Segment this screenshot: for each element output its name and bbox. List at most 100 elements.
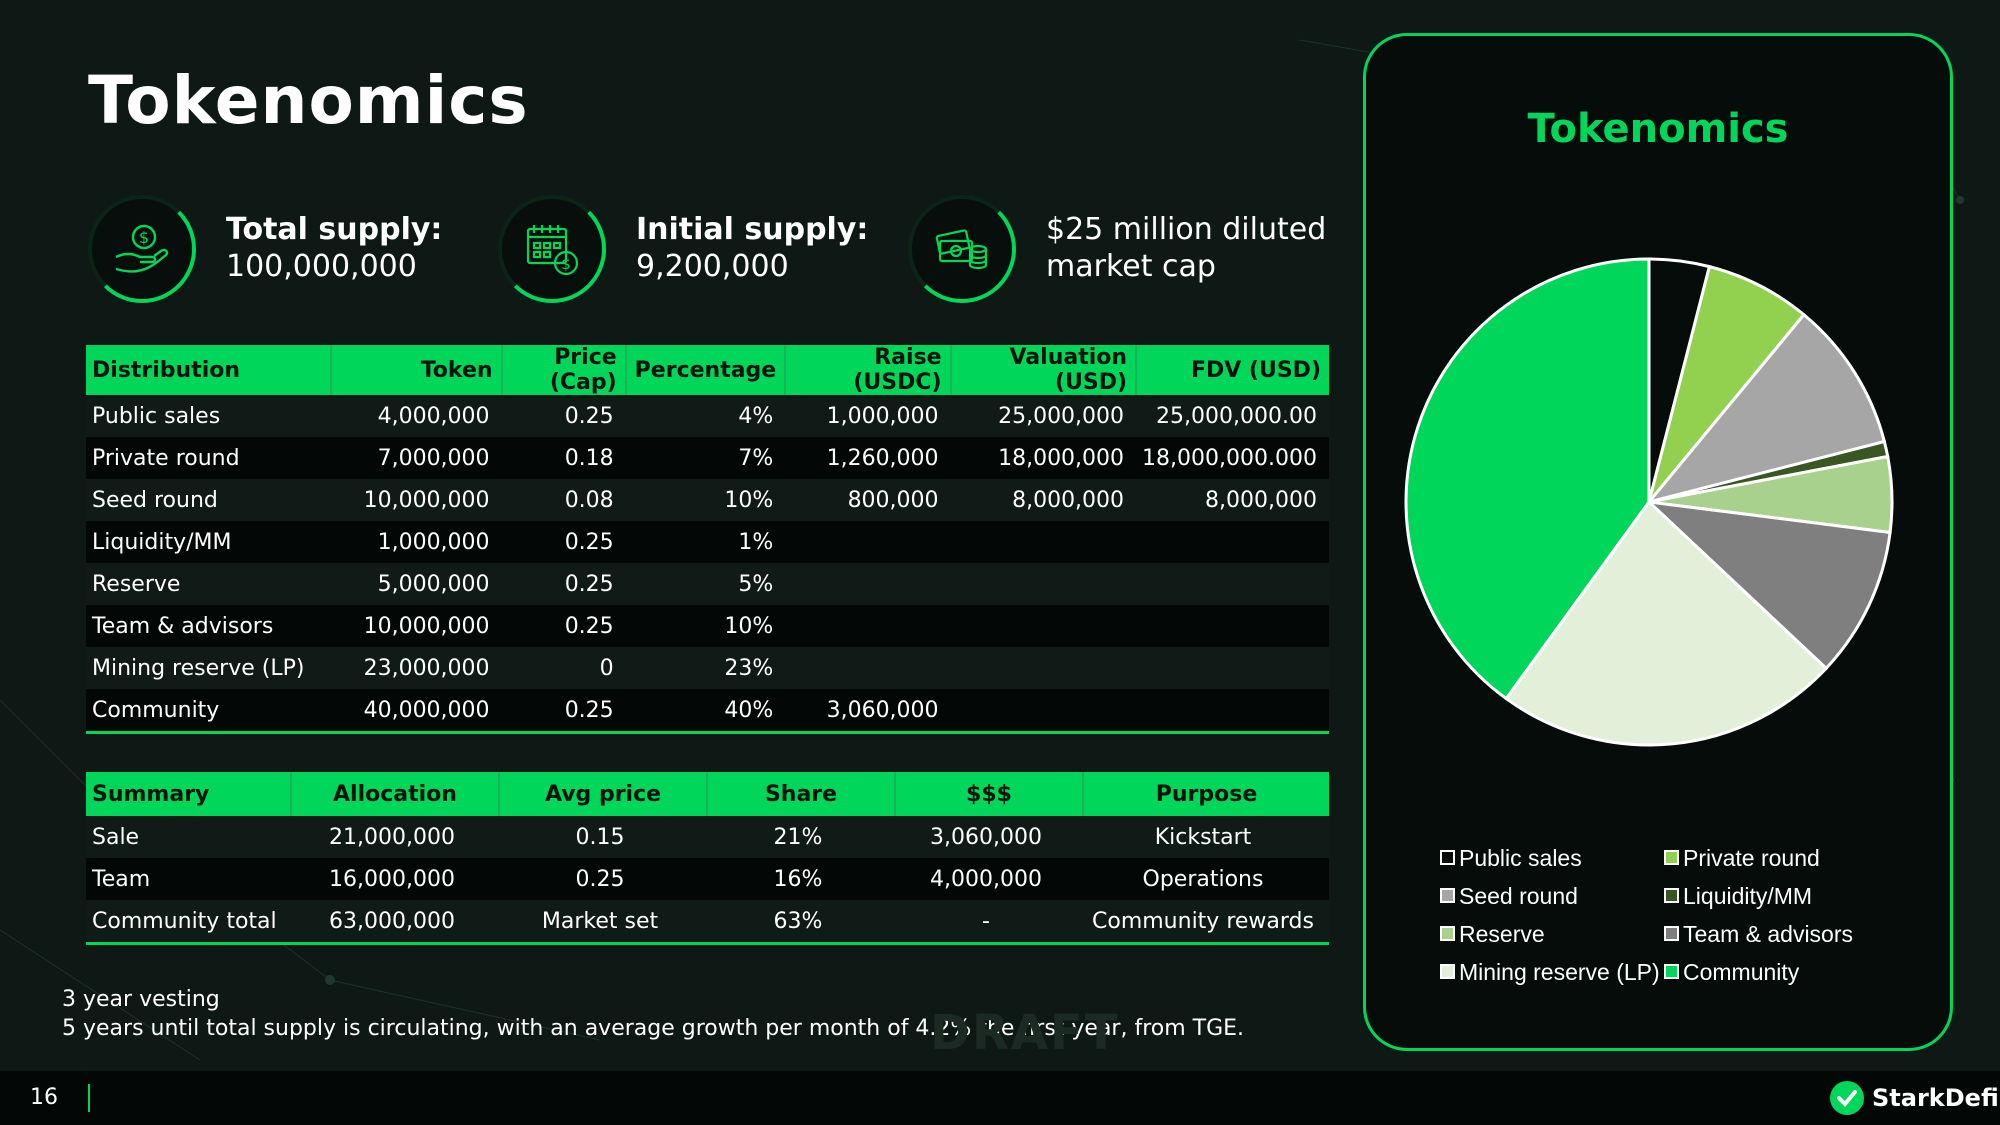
market-cap-line2: market cap <box>1046 249 1216 284</box>
table-cell: 18,000,000 <box>950 437 1137 479</box>
summary-header-row: Summary Allocation Avg price Share $$$ P… <box>86 772 1329 816</box>
table-cell: 16,000,000 <box>291 858 499 900</box>
svg-text:$: $ <box>139 228 149 247</box>
table-cell: 63% <box>707 900 895 944</box>
legend-item: Reserve <box>1440 921 1545 948</box>
table-row: Public sales 4,000,000 0.25 4% 1,000,000 25,0… <box>86 395 1329 437</box>
table-cell: 4,000,000 <box>331 395 502 437</box>
calendar-dollar-icon: $ <box>526 225 579 276</box>
table-cell: Public sales <box>86 395 332 437</box>
table-cell: 4% <box>625 395 786 437</box>
table-cell: 40,000,000 <box>331 689 502 733</box>
table-cell: Seed round <box>86 479 332 521</box>
table-cell <box>1136 521 1329 563</box>
legend-item: Public sales <box>1440 845 1582 872</box>
column-header-token: Token <box>330 345 502 395</box>
legend-item: Private round <box>1664 845 1820 872</box>
circle-icon-frame: $ <box>498 195 606 303</box>
initial-supply-label: Initial supply: <box>636 212 869 247</box>
table-cell: 10,000,000 <box>331 479 502 521</box>
table-cell: 0.25 <box>501 605 626 647</box>
table-cell: Market set <box>499 900 707 944</box>
svg-text:$: $ <box>561 255 571 273</box>
table-cell: 0.25 <box>501 521 626 563</box>
table-row: Seed round 10,000,000 0.08 10% 800,000 8,000,… <box>86 479 1329 521</box>
table-cell: 800,000 <box>785 479 951 521</box>
table-cell: 10% <box>625 479 786 521</box>
legend-item: Liquidity/MM <box>1664 883 1812 910</box>
cash-stack-icon <box>935 229 988 270</box>
table-cell <box>1136 605 1329 647</box>
column-header-avg-price: Avg price <box>498 772 707 816</box>
table-cell: Team & advisors <box>86 605 332 647</box>
draft-watermark: DRAFT <box>930 1005 1120 1061</box>
table-row: Team 16,000,000 0.25 16% 4,000,000 Operations <box>86 858 1329 900</box>
table-cell: 40% <box>625 689 786 733</box>
total-supply-label: Total supply: <box>226 212 443 247</box>
column-header-share: Share <box>706 772 895 816</box>
page-title: Tokenomics <box>88 62 529 139</box>
legend-label: Public sales <box>1459 845 1582 871</box>
table-cell <box>950 647 1137 689</box>
logo-mark-icon <box>1830 1081 1864 1115</box>
legend-item: Seed round <box>1440 883 1578 910</box>
table-row: Mining reserve (LP) 23,000,000 0 23% <box>86 647 1329 689</box>
legend-label: Private round <box>1683 845 1820 871</box>
pie-chart <box>1404 257 1894 747</box>
table-cell: 1% <box>625 521 786 563</box>
table-cell <box>785 647 951 689</box>
table-cell: 18,000,000.000 <box>1136 437 1329 479</box>
table-cell <box>950 521 1137 563</box>
legend-item: Community <box>1664 959 1799 986</box>
table-cell: 5,000,000 <box>331 563 502 605</box>
distribution-table: Distribution Token Price (Cap) Percentag… <box>86 345 1329 734</box>
table-cell: 7% <box>625 437 786 479</box>
legend-swatch <box>1440 850 1455 865</box>
table-cell: 25,000,000.00 <box>1136 395 1329 437</box>
brand-name: StarkDefi. <box>1872 1084 2000 1112</box>
table-row: Community total 63,000,000 Market set 63% - C… <box>86 900 1329 944</box>
table-cell: Kickstart <box>1083 816 1329 858</box>
table-cell: 0.25 <box>501 689 626 733</box>
hand-coin-icon: $ <box>115 224 169 273</box>
legend-item: Mining reserve (LP) <box>1440 959 1660 986</box>
table-cell: Community rewards <box>1083 900 1329 944</box>
table-cell: 5% <box>625 563 786 605</box>
total-supply-value: 100,000,000 <box>226 249 417 284</box>
table-cell: Private round <box>86 437 332 479</box>
table-cell: 21,000,000 <box>291 816 499 858</box>
chart-title: Tokenomics <box>1527 106 1789 152</box>
table-cell: 10,000,000 <box>331 605 502 647</box>
table-row: Private round 7,000,000 0.18 7% 1,260,000 18,… <box>86 437 1329 479</box>
legend-label: Liquidity/MM <box>1683 883 1813 909</box>
table-cell <box>785 605 951 647</box>
table-cell <box>950 563 1137 605</box>
table-cell <box>1136 563 1329 605</box>
legend-label: Reserve <box>1459 921 1545 947</box>
table-cell: Operations <box>1083 858 1329 900</box>
table-cell: 1,260,000 <box>785 437 951 479</box>
table-cell: 0.18 <box>501 437 626 479</box>
legend-swatch <box>1664 850 1679 865</box>
table-cell: Community total <box>86 900 291 944</box>
chart-panel: Tokenomics Public sales Private round Seed… <box>1363 33 1953 1051</box>
column-header-percentage: Percentage <box>624 345 786 395</box>
market-cap-line1: $25 million diluted <box>1046 212 1327 247</box>
column-header-purpose: Purpose <box>1082 772 1329 816</box>
legend-label: Community <box>1683 959 1800 985</box>
column-header-fdv: FDV (USD) <box>1135 345 1329 395</box>
legend-swatch <box>1440 926 1455 941</box>
table-row: Liquidity/MM 1,000,000 0.25 1% <box>86 521 1329 563</box>
footer: 16 StarkDefi. <box>0 1071 2000 1125</box>
table-cell: 4,000,000 <box>895 858 1083 900</box>
column-header-raise: Raise (USDC) <box>784 345 951 395</box>
table-row: Sale 21,000,000 0.15 21% 3,060,000 Kickstart <box>86 816 1329 858</box>
table-cell: 63,000,000 <box>291 900 499 944</box>
table-row: Community 40,000,000 0.25 40% 3,060,000 <box>86 689 1329 733</box>
table-cell: 23,000,000 <box>331 647 502 689</box>
table-cell: 3,060,000 <box>785 689 951 733</box>
legend-swatch <box>1664 926 1679 941</box>
table-cell: 23% <box>625 647 786 689</box>
legend-swatch <box>1440 888 1455 903</box>
table-cell <box>1136 689 1329 733</box>
